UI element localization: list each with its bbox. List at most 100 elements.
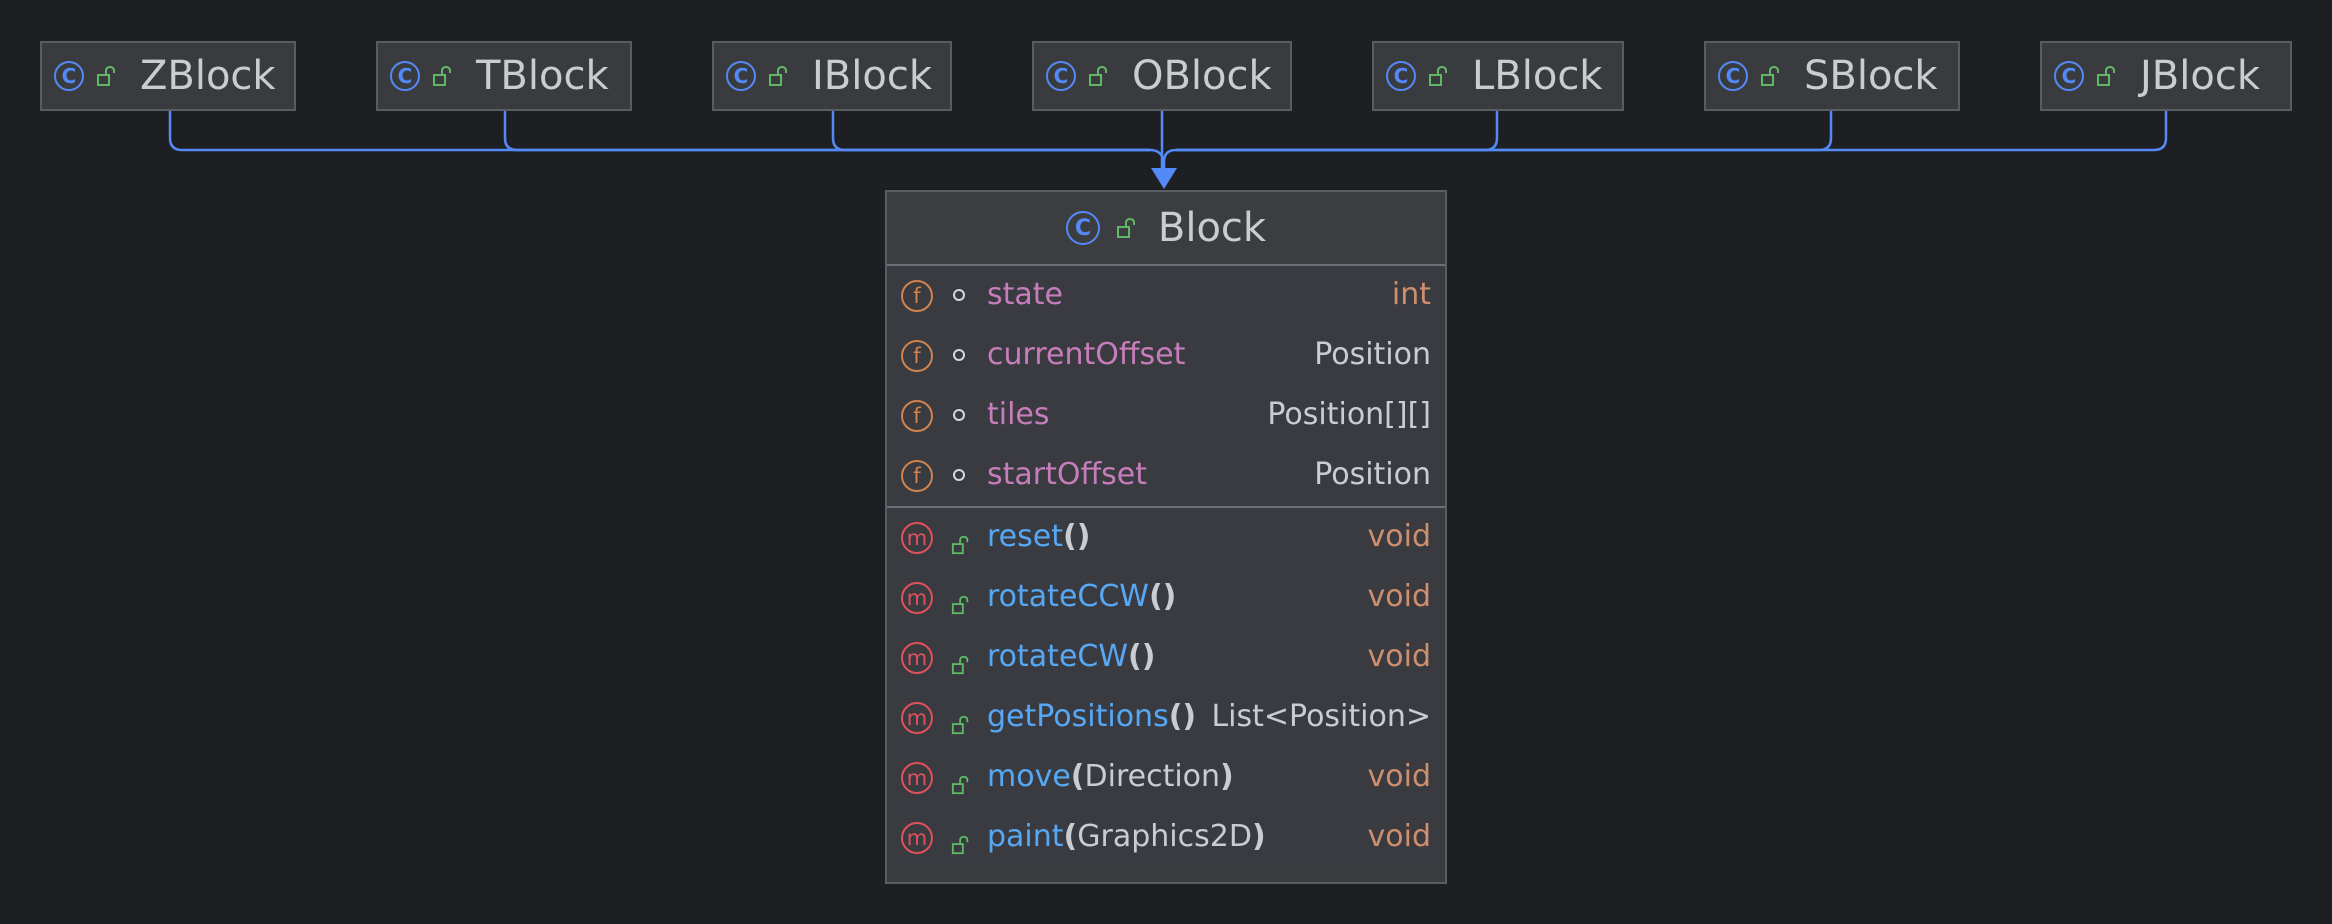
return-type: void [1367, 819, 1432, 854]
public-lock-icon [96, 65, 118, 87]
field-row[interactable]: f tiles Position[][] [887, 386, 1445, 446]
field-row[interactable]: f startOffset Position [887, 446, 1445, 506]
field-icon: f [901, 280, 933, 312]
method-param: Direction [1084, 759, 1221, 794]
return-type: void [1367, 639, 1432, 674]
method-signature: rotateCW() [987, 639, 1155, 674]
package-private-icon [953, 409, 965, 421]
class-icon: C [2054, 61, 2084, 91]
connector-iblock [831, 110, 1150, 152]
open-paren: ( [1128, 639, 1142, 674]
package-private-icon [953, 469, 965, 481]
close-paren: ) [1182, 699, 1197, 734]
class-sblock[interactable]: C SBlock [1704, 41, 1960, 111]
class-name: OBlock [1132, 53, 1272, 99]
method-signature: rotateCCW() [987, 579, 1176, 614]
class-icon: C [1065, 211, 1100, 245]
method-name: paint [987, 819, 1064, 854]
field-name: tiles [987, 397, 1050, 432]
close-paren: ) [1251, 819, 1266, 854]
method-name: rotateCCW [987, 579, 1149, 614]
fields-section: f state int f currentOffset Position f t… [887, 266, 1445, 506]
class-block[interactable]: C Block f state int f currentOffset Posi… [885, 190, 1447, 884]
close-paren: ) [1220, 759, 1234, 794]
package-private-icon [953, 349, 965, 361]
class-name: ZBlock [140, 53, 276, 99]
class-lblock[interactable]: C LBlock [1372, 41, 1624, 111]
method-row[interactable]: m paint(Graphics2D) void [887, 808, 1445, 868]
return-type: void [1367, 519, 1432, 554]
class-oblock[interactable]: C OBlock [1032, 41, 1292, 111]
method-icon: m [901, 522, 933, 554]
method-row[interactable]: m getPositions() List<Position> [887, 688, 1445, 748]
open-paren: ( [1063, 819, 1078, 854]
method-row[interactable]: m rotateCW() void [887, 628, 1445, 688]
class-name: LBlock [1472, 53, 1603, 99]
method-signature: move(Direction) [987, 759, 1234, 794]
return-type: void [1367, 759, 1432, 794]
package-private-icon [953, 289, 965, 301]
method-icon: m [901, 822, 933, 854]
public-lock-icon [768, 65, 790, 87]
method-icon: m [901, 762, 933, 794]
connector-tblock [503, 110, 1150, 152]
method-row[interactable]: m move(Direction) void [887, 748, 1445, 808]
field-type: int [1391, 277, 1431, 312]
class-block-name: Block [1157, 205, 1267, 251]
method-name: reset [987, 519, 1063, 554]
public-lock-icon [951, 708, 971, 735]
open-paren: ( [1148, 579, 1163, 614]
class-zblock[interactable]: C ZBlock [40, 41, 296, 111]
field-icon: f [901, 340, 933, 372]
public-lock-icon [1116, 217, 1138, 239]
field-type: Position[][] [1267, 397, 1431, 432]
connector-sblock [1176, 110, 1833, 152]
public-lock-icon [2096, 65, 2118, 87]
class-icon: C [54, 61, 84, 91]
close-paren: ) [1141, 639, 1156, 674]
public-lock-icon [951, 528, 971, 555]
public-lock-icon [1760, 65, 1782, 87]
class-name: SBlock [1804, 53, 1938, 99]
class-icon: C [1046, 61, 1076, 91]
public-lock-icon [951, 768, 971, 795]
public-lock-icon [951, 828, 971, 855]
method-icon: m [901, 642, 933, 674]
method-signature: reset() [987, 519, 1090, 554]
method-row[interactable]: m rotateCCW() void [887, 568, 1445, 628]
open-paren: ( [1070, 759, 1085, 794]
class-jblock[interactable]: C JBlock [2040, 41, 2292, 111]
field-name: currentOffset [987, 337, 1186, 372]
connector-zblock [168, 110, 1166, 174]
public-lock-icon [1088, 65, 1110, 87]
field-row[interactable]: f state int [887, 266, 1445, 326]
return-type: void [1367, 579, 1432, 614]
field-type: Position [1314, 457, 1431, 492]
method-signature: paint(Graphics2D) [987, 819, 1266, 854]
method-name: rotateCW [987, 639, 1129, 674]
return-type: List<Position> [1211, 699, 1431, 734]
class-tblock[interactable]: C TBlock [376, 41, 632, 111]
method-param: Graphics2D [1077, 819, 1252, 854]
open-paren: ( [1062, 519, 1077, 554]
class-icon: C [390, 61, 420, 91]
class-name: JBlock [2140, 53, 2260, 99]
field-row[interactable]: f currentOffset Position [887, 326, 1445, 386]
public-lock-icon [951, 588, 971, 615]
field-name: startOffset [987, 457, 1148, 492]
close-paren: ) [1162, 579, 1177, 614]
connector-jblock [1176, 110, 2168, 152]
method-icon: m [901, 702, 933, 734]
methods-section: m reset() void m rotateCCW() void m rota… [887, 508, 1445, 868]
close-paren: ) [1076, 519, 1091, 554]
class-iblock[interactable]: C IBlock [712, 41, 952, 111]
class-name: TBlock [476, 53, 609, 99]
open-paren: ( [1168, 699, 1183, 734]
method-name: getPositions [987, 699, 1169, 734]
public-lock-icon [1428, 65, 1450, 87]
method-icon: m [901, 582, 933, 614]
class-icon: C [726, 61, 756, 91]
class-icon: C [1386, 61, 1416, 91]
public-lock-icon [951, 648, 971, 675]
method-row[interactable]: m reset() void [887, 508, 1445, 568]
